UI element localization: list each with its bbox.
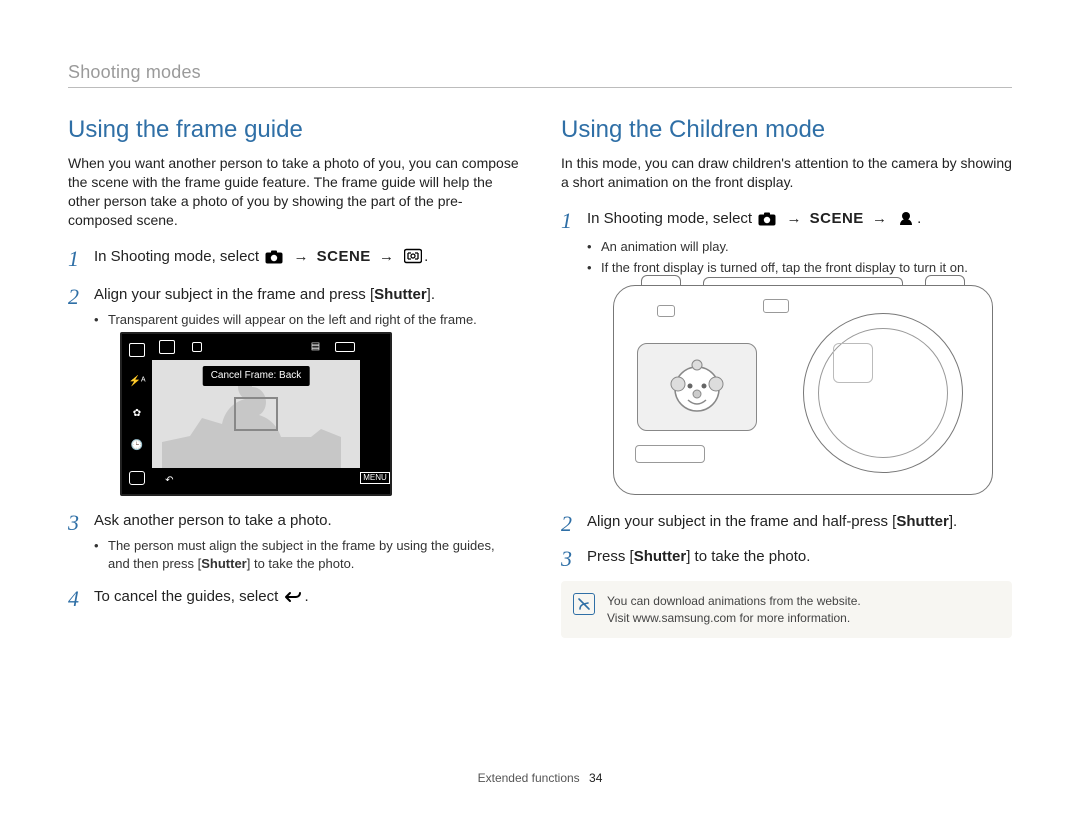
- step-text-end: ] to take the photo.: [686, 548, 810, 565]
- lcd-icon: [192, 342, 202, 352]
- step-text-end: ].: [427, 286, 435, 303]
- camera-icon: [758, 211, 776, 232]
- clown-icon: [666, 356, 728, 418]
- shutter-label: Shutter: [634, 548, 687, 565]
- step-text: To cancel the guides, select: [94, 588, 282, 605]
- scene-label: SCENE: [810, 210, 864, 227]
- right-step-1: 1 In Shooting mode, select → SCENE → . A…: [561, 208, 1012, 495]
- shutter-label: Shutter: [201, 556, 247, 571]
- lcd-icon: ⚡ᴬ: [129, 377, 146, 387]
- note-box: You can download animations from the web…: [561, 581, 1012, 639]
- substep: An animation will play.: [587, 238, 1012, 256]
- lens-icon: [803, 313, 963, 473]
- step-text: Press [: [587, 548, 634, 565]
- divider: [68, 87, 1012, 88]
- left-step-2: 2 Align your subject in the frame and pr…: [68, 284, 519, 497]
- battery-icon: [335, 342, 355, 352]
- arrow-icon: →: [375, 248, 398, 265]
- substep: Transparent guides will appear on the le…: [94, 311, 519, 329]
- arrow-icon: →: [868, 210, 891, 227]
- section-header: Shooting modes: [68, 62, 1012, 83]
- left-step-4: 4 To cancel the guides, select .: [68, 586, 519, 610]
- shutter-label: Shutter: [374, 286, 427, 303]
- step-text: Ask another person to take a photo.: [94, 512, 332, 529]
- left-step-1: 1 In Shooting mode, select → SCENE → .: [68, 246, 519, 270]
- children-icon: [897, 210, 915, 232]
- lcd-cancel-label: Cancel Frame: Back: [203, 366, 310, 386]
- page-footer: Extended functions 34: [0, 771, 1080, 785]
- period: .: [917, 210, 921, 227]
- step-text: In Shooting mode, select: [94, 248, 263, 265]
- step-text-end: ].: [949, 513, 957, 530]
- back-icon: ↶: [165, 476, 173, 486]
- left-title: Using the frame guide: [68, 116, 519, 144]
- note-icon: [573, 593, 595, 615]
- period: .: [304, 588, 308, 605]
- lcd-icon: 🕒: [131, 441, 143, 451]
- lcd-figure: ⚡ᴬ ✿ 🕒 ▤: [120, 332, 392, 496]
- lcd-icon: [159, 340, 175, 354]
- right-intro: In this mode, you can draw children's at…: [561, 154, 1012, 192]
- camera-icon: [265, 249, 283, 270]
- note-line-2: Visit www.samsung.com for more informati…: [607, 610, 998, 627]
- left-step-3: 3 Ask another person to take a photo. Th…: [68, 510, 519, 572]
- camera-figure: [613, 285, 993, 495]
- step-text: In Shooting mode, select: [587, 210, 756, 227]
- substep-b: ] to take the photo.: [247, 556, 355, 571]
- footer-label: Extended functions: [478, 771, 580, 785]
- arrow-icon: →: [782, 210, 805, 227]
- arrow-icon: →: [289, 248, 312, 265]
- right-step-3: 3 Press [Shutter] to take the photo.: [561, 546, 1012, 567]
- back-icon: [284, 589, 302, 610]
- scene-label: SCENE: [317, 248, 371, 265]
- lcd-icon: ✿: [133, 409, 141, 419]
- focus-rect-icon: [234, 397, 278, 431]
- right-title: Using the Children mode: [561, 116, 1012, 144]
- menu-icon: MENU: [360, 472, 390, 484]
- substep: The person must align the subject in the…: [94, 537, 519, 572]
- left-column: Using the frame guide When you want anot…: [68, 116, 519, 638]
- lcd-icon: [129, 471, 145, 485]
- note-line-1: You can download animations from the web…: [607, 593, 998, 610]
- step-text: Align your subject in the frame and pres…: [94, 286, 374, 303]
- page-number: 34: [589, 771, 602, 785]
- lcd-icon: [129, 343, 145, 357]
- lcd-icon: ▤: [311, 342, 320, 352]
- right-step-2: 2 Align your subject in the frame and ha…: [561, 511, 1012, 532]
- left-intro: When you want another person to take a p…: [68, 154, 519, 230]
- period: .: [424, 248, 428, 265]
- shutter-label: Shutter: [896, 513, 949, 530]
- front-display: [637, 343, 757, 431]
- frame-guide-icon: [404, 248, 422, 270]
- right-column: Using the Children mode In this mode, yo…: [561, 116, 1012, 638]
- step-text: Align your subject in the frame and half…: [587, 513, 896, 530]
